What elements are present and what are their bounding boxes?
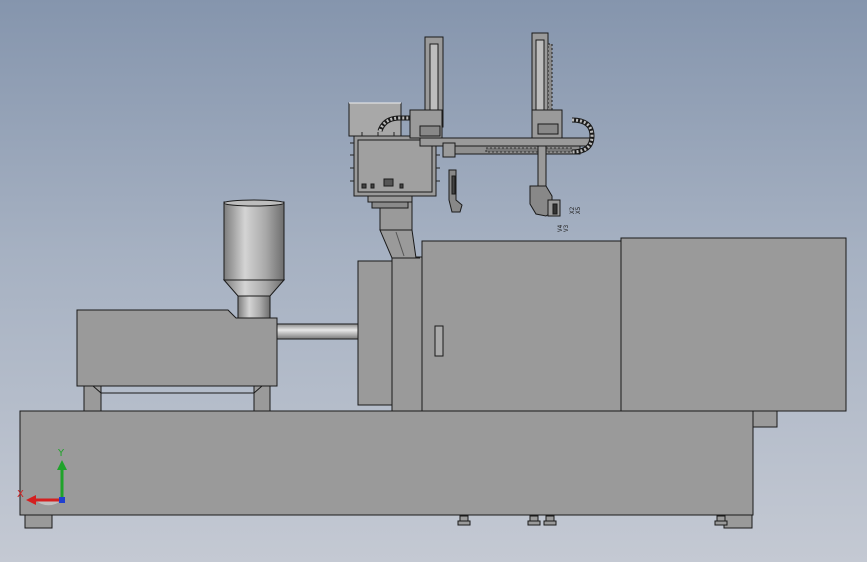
- robot-traverse-beam: [419, 137, 591, 158]
- machine-base: [19, 410, 778, 529]
- y-axis-label: Y: [57, 448, 65, 459]
- hopper: [222, 199, 286, 319]
- robot-vertical-arm-2: [531, 32, 563, 187]
- cad-viewport[interactable]: V4 V3 X2 X5 Y X: [0, 0, 867, 562]
- z-axis-arrow: [59, 497, 65, 503]
- machine-model[interactable]: V4 V3 X2 X5 Y X: [0, 0, 867, 562]
- gripper-left: [448, 169, 463, 213]
- clamp-unit: [357, 237, 847, 412]
- x-axis-label: X: [17, 489, 24, 500]
- gripper-right: [529, 185, 561, 217]
- robot-vertical-arm-1: [409, 36, 444, 139]
- mold-label: X5: [575, 206, 582, 214]
- leveling-feet: [457, 515, 728, 526]
- mold-label-group: V4 V3 X2 X5: [557, 206, 582, 232]
- mold-label: V3: [563, 224, 570, 232]
- injection-unit: [76, 309, 278, 412]
